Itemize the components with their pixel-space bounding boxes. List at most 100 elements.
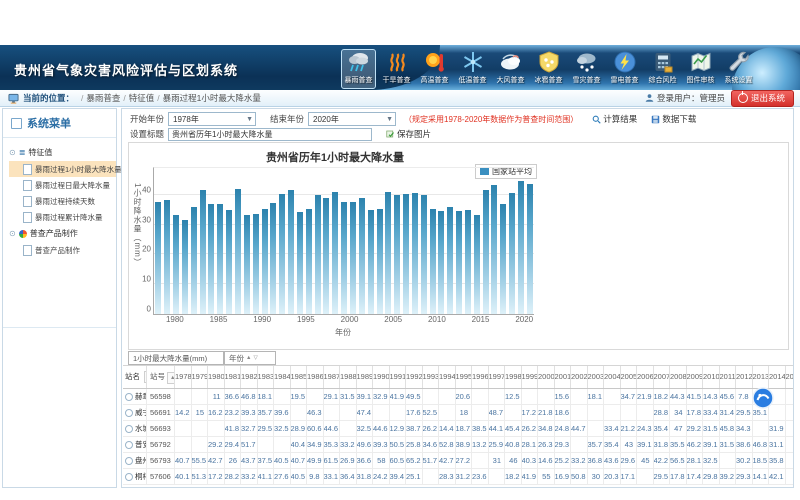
year-header-1993[interactable]: 1993 [423, 366, 440, 388]
bar-2005[interactable] [394, 195, 400, 314]
year-header-2010[interactable]: 2010 [703, 366, 720, 388]
table-row[interactable]: 桐梓5760640.151.317.228.233.241.127.640.59… [123, 469, 793, 485]
year-header-2003[interactable]: 2003 [588, 366, 605, 388]
bar-2010[interactable] [438, 211, 444, 314]
year-header-1999[interactable]: 1999 [522, 366, 539, 388]
row-expand-icon[interactable] [125, 473, 133, 481]
station-id-header[interactable]: 站号▲▽ [147, 366, 175, 388]
bar-2001[interactable] [359, 198, 365, 314]
bar-2009[interactable] [430, 209, 436, 314]
bar-2016[interactable] [491, 185, 497, 314]
end-year-select[interactable]: 2020年▼ [308, 112, 396, 126]
breadcrumb-item-1[interactable]: 暴雨普查 [86, 93, 120, 103]
year-header-2004[interactable]: 2004 [604, 366, 621, 388]
station-name-header[interactable]: 站名▲▽ [123, 366, 147, 388]
year-header-1983[interactable]: 1983 [258, 366, 275, 388]
bar-2015[interactable] [483, 190, 489, 314]
bar-2017[interactable] [500, 204, 506, 314]
bar-1993[interactable] [288, 190, 294, 314]
bar-1988[interactable] [244, 215, 250, 314]
start-year-select[interactable]: 1978年▼ [168, 112, 256, 126]
tree-group-2[interactable]: ⊙普查产品制作 [9, 225, 116, 242]
year-header-1981[interactable]: 1981 [225, 366, 242, 388]
year-header-2014[interactable]: 2014 [769, 366, 786, 388]
tree-item-1-2[interactable]: 暴雨过程日最大降水量 [9, 177, 116, 193]
chart-title-input[interactable] [168, 128, 372, 141]
tree-group-1[interactable]: ⊙≣特征值 [9, 144, 116, 161]
bar-1994[interactable] [297, 212, 303, 314]
row-expand-icon[interactable] [125, 441, 133, 449]
year-header-1987[interactable]: 1987 [324, 366, 341, 388]
row-expand-icon[interactable] [125, 409, 133, 417]
bar-1990[interactable] [262, 209, 268, 314]
year-header-2013[interactable]: 2013 [753, 366, 770, 388]
sort-asc-icon[interactable]: ▲ [246, 355, 251, 361]
year-header-2012[interactable]: 2012 [736, 366, 753, 388]
year-header-1991[interactable]: 1991 [390, 366, 407, 388]
value-field-chip[interactable]: 1小时最大降水量(mm) [128, 351, 224, 365]
year-header-2011[interactable]: 2011 [720, 366, 737, 388]
year-header-1982[interactable]: 1982 [241, 366, 258, 388]
calculate-button[interactable]: 计算结果 [592, 113, 637, 125]
year-header-1997[interactable]: 1997 [489, 366, 506, 388]
bar-2000[interactable] [350, 202, 356, 314]
year-header-1996[interactable]: 1996 [472, 366, 489, 388]
floating-plugin-icon[interactable] [752, 387, 774, 409]
bar-2018[interactable] [509, 193, 515, 314]
year-header-2009[interactable]: 2009 [687, 366, 704, 388]
year-header-1986[interactable]: 1986 [307, 366, 324, 388]
toolbar-item-6[interactable]: 冰雹普查 [531, 49, 566, 89]
table-row[interactable]: 盘州5679340.755.542.72643.737.540.540.749.… [123, 453, 793, 469]
bar-1985[interactable] [217, 204, 223, 314]
row-expand-icon[interactable] [125, 457, 133, 465]
breadcrumb-item-2[interactable]: 特征值 [129, 93, 155, 103]
sort-desc-icon[interactable]: ▽ [253, 355, 257, 361]
bar-1998[interactable] [332, 192, 338, 314]
table-row[interactable]: 威宁5669114.21516.223.239.335.739.646.347.… [123, 405, 793, 421]
save-image-button[interactable]: 保存图片 [386, 128, 431, 140]
bar-1979[interactable] [164, 200, 170, 314]
bar-1996[interactable] [315, 195, 321, 314]
table-row[interactable]: 水城5669341.832.729.532.528.960.644.632.54… [123, 421, 793, 437]
toolbar-item-11[interactable]: 系统设置 [721, 49, 756, 89]
bar-1989[interactable] [253, 214, 259, 314]
bar-1978[interactable] [155, 202, 161, 314]
year-header-2008[interactable]: 2008 [670, 366, 687, 388]
year-header-2015[interactable]: 2015 [786, 366, 794, 388]
bar-1997[interactable] [323, 198, 329, 314]
bar-2013[interactable] [465, 210, 471, 314]
bar-2011[interactable] [447, 207, 453, 314]
tree-item-1-3[interactable]: 暴雨过程持续天数 [9, 193, 116, 209]
bar-1986[interactable] [226, 210, 232, 314]
bar-1982[interactable] [191, 207, 197, 314]
toolbar-item-2[interactable]: 干旱普查 [379, 49, 414, 89]
bar-1987[interactable] [235, 189, 241, 314]
year-header-1984[interactable]: 1984 [274, 366, 291, 388]
toolbar-item-1[interactable]: 暴雨普查 [341, 49, 376, 89]
year-header-2002[interactable]: 2002 [571, 366, 588, 388]
bar-2019[interactable] [518, 181, 524, 314]
logout-button[interactable]: 退出系统 [731, 90, 794, 107]
toolbar-item-4[interactable]: 低温普查 [455, 49, 490, 89]
tree-item-1-1[interactable]: 暴雨过程1小时最大降水量 [9, 161, 116, 177]
year-header-1979[interactable]: 1979 [192, 366, 209, 388]
year-header-1992[interactable]: 1992 [406, 366, 423, 388]
year-header-2000[interactable]: 2000 [538, 366, 555, 388]
bar-1995[interactable] [306, 209, 312, 314]
year-header-2005[interactable]: 2005 [621, 366, 638, 388]
year-header-1998[interactable]: 1998 [505, 366, 522, 388]
bar-2012[interactable] [456, 211, 462, 314]
year-header-1988[interactable]: 1988 [340, 366, 357, 388]
table-row[interactable]: 普安5679229.229.451.740.434.935.333.249.63… [123, 437, 793, 453]
bar-2006[interactable] [403, 194, 409, 314]
year-header-1980[interactable]: 1980 [208, 366, 225, 388]
row-expand-icon[interactable] [125, 393, 133, 401]
bar-1981[interactable] [182, 220, 188, 314]
bar-1980[interactable] [173, 215, 179, 314]
year-header-1994[interactable]: 1994 [439, 366, 456, 388]
bar-2003[interactable] [377, 209, 383, 314]
year-header-1978[interactable]: 1978 [175, 366, 192, 388]
year-header-1989[interactable]: 1989 [357, 366, 374, 388]
tree-item-1-4[interactable]: 暴雨过程累计降水量 [9, 209, 116, 225]
bar-2008[interactable] [421, 195, 427, 314]
